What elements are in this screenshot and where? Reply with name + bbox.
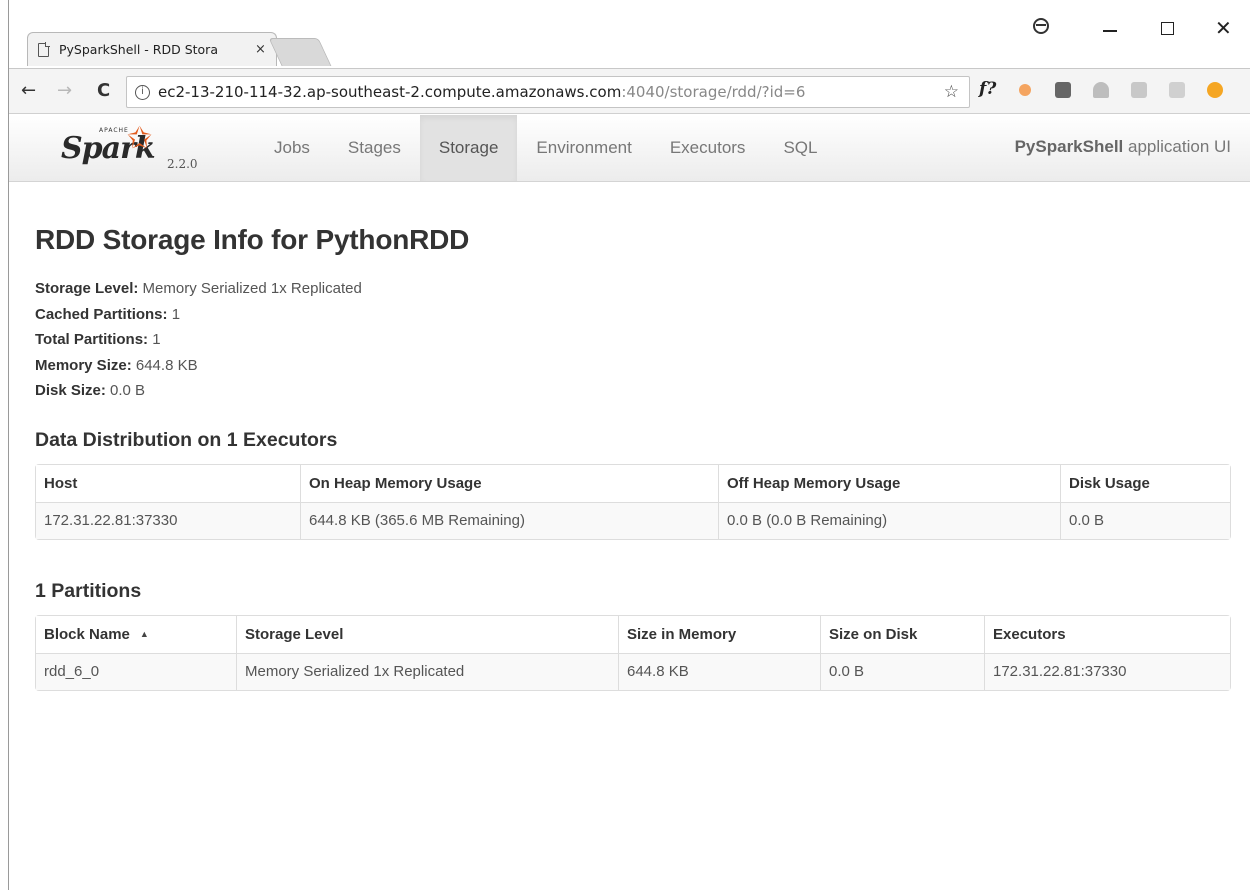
summary-label: Memory Size: (35, 356, 132, 374)
cell-off-heap: 0.0 B (0.0 B Remaining) (718, 501, 1060, 539)
tab-title: PySparkShell - RDD Stora (59, 42, 218, 57)
url-path: :4040/storage/rdd/?id=6 (621, 83, 806, 101)
cell-host: 172.31.22.81:37330 (36, 501, 300, 539)
bookmark-star-icon[interactable]: ☆ (944, 82, 959, 102)
spark-logo[interactable]: APACHE Spark ✩ 2.2.0 (61, 121, 211, 177)
window-close-icon[interactable]: ✕ (1215, 16, 1232, 40)
summary-value: 644.8 KB (131, 356, 198, 374)
extension-f-icon[interactable]: f? (979, 79, 996, 99)
browser-window: PySparkShell - RDD Stora × ✕ ← → C i ec2… (8, 0, 1250, 890)
summary-label: Disk Size: (35, 382, 106, 399)
column-header-block-name[interactable]: Block Name ▲ (36, 615, 236, 653)
extension-o-icon[interactable] (1207, 82, 1223, 98)
nav-link-stages[interactable]: Stages (329, 115, 420, 181)
summary-label: Total Partitions: (35, 331, 149, 348)
extension-pdf-icon[interactable] (1169, 82, 1185, 98)
title-bar: PySparkShell - RDD Stora × ✕ (9, 0, 1250, 68)
header-label: Block Name (44, 625, 130, 643)
column-header-size-on-disk[interactable]: Size on Disk (820, 615, 984, 653)
cell-block-name: rdd_6_0 (36, 652, 236, 690)
url-host: ec2-13-210-114-32.ap-southeast-2.compute… (158, 83, 622, 101)
partitions-table: Block Name ▲ Storage Level Size in Memory… (35, 614, 1231, 691)
partitions-title: 1 Partitions (35, 579, 142, 602)
cell-size-on-disk: 0.0 B (820, 652, 984, 690)
summary-total-partitions: Total Partitions: 1 (35, 327, 1231, 353)
spark-star-icon: ✩ (127, 121, 153, 156)
app-name-rest: application UI (1123, 137, 1231, 156)
minimize-icon[interactable] (1103, 30, 1117, 32)
page-icon (38, 41, 50, 57)
table-header-row: Block Name ▲ Storage Level Size in Memory… (36, 615, 1230, 653)
column-header-on-heap[interactable]: On Heap Memory Usage (300, 464, 718, 502)
column-header-off-heap[interactable]: Off Heap Memory Usage (718, 464, 1060, 502)
nav-links: Jobs Stages Storage Environment Executor… (255, 115, 836, 181)
extension-g-icon[interactable] (1131, 82, 1147, 98)
column-header-host[interactable]: Host (36, 464, 300, 502)
info-icon[interactable]: i (135, 84, 150, 100)
cell-on-heap: 644.8 KB (365.6 MB Remaining) (300, 501, 718, 539)
nav-link-environment[interactable]: Environment (517, 115, 650, 181)
app-name-bold: PySparkShell (1014, 137, 1124, 156)
cell-storage-level: Memory Serialized 1x Replicated (236, 652, 618, 690)
profile-icon[interactable] (1033, 18, 1049, 34)
table-row: 172.31.22.81:37330 644.8 KB (365.6 MB Re… (36, 501, 1230, 539)
spark-navbar: APACHE Spark ✩ 2.2.0 Jobs Stages Storage… (9, 115, 1250, 182)
nav-link-sql[interactable]: SQL (764, 115, 836, 181)
extension-bug-icon[interactable] (1019, 84, 1031, 96)
summary-memory-size: Memory Size: 644.8 KB (35, 353, 1231, 379)
summary-label: Cached Partitions: (35, 305, 168, 323)
nav-link-jobs[interactable]: Jobs (255, 115, 329, 181)
data-distribution-title: Data Distribution on 1 Executors (35, 428, 338, 451)
tab-close-icon[interactable]: × (255, 42, 266, 57)
summary-label: Storage Level: (35, 280, 139, 297)
extension-cloud-icon[interactable] (1093, 82, 1109, 98)
application-name: PySparkShell application UI (1015, 137, 1231, 157)
address-bar[interactable]: i ec2-13-210-114-32.ap-southeast-2.compu… (126, 76, 970, 108)
new-tab-button[interactable] (268, 38, 332, 66)
back-arrow-icon[interactable]: ← (21, 80, 36, 101)
reload-icon[interactable]: C (97, 80, 110, 101)
sort-ascending-icon[interactable]: ▲ (140, 629, 149, 639)
browser-tab[interactable]: PySparkShell - RDD Stora × (27, 32, 277, 66)
summary-value: 0.0 B (105, 382, 146, 399)
summary-value: 1 (167, 305, 181, 323)
spark-version: 2.2.0 (167, 157, 198, 171)
cell-disk-usage: 0.0 B (1060, 501, 1230, 539)
main-content: RDD Storage Info for PythonRDD Storage L… (35, 182, 1231, 691)
column-header-storage-level[interactable]: Storage Level (236, 615, 618, 653)
column-header-executors[interactable]: Executors (984, 615, 1230, 653)
summary-value: 1 (148, 331, 161, 348)
column-header-size-in-memory[interactable]: Size in Memory (618, 615, 820, 653)
table-header-row: Host On Heap Memory Usage Off Heap Memor… (36, 464, 1230, 502)
summary-disk-size: Disk Size: 0.0 B (35, 378, 1231, 404)
nav-link-executors[interactable]: Executors (651, 115, 765, 181)
maximize-icon[interactable] (1161, 22, 1174, 35)
forward-arrow-icon[interactable]: → (57, 80, 72, 101)
table-row: rdd_6_0 Memory Serialized 1x Replicated … (36, 652, 1230, 690)
extension-square-icon[interactable] (1055, 82, 1071, 98)
summary-cached-partitions: Cached Partitions: 1 (35, 302, 1231, 328)
summary-value: Memory Serialized 1x Replicated (138, 280, 362, 297)
browser-toolbar: ← → C i ec2-13-210-114-32.ap-southeast-2… (9, 68, 1250, 114)
cell-executors: 172.31.22.81:37330 (984, 652, 1230, 690)
rdd-summary: Storage Level: Memory Serialized 1x Repl… (35, 276, 1231, 404)
nav-link-storage[interactable]: Storage (419, 115, 518, 181)
summary-storage-level: Storage Level: Memory Serialized 1x Repl… (35, 276, 1231, 302)
data-distribution-table: Host On Heap Memory Usage Off Heap Memor… (35, 463, 1231, 540)
column-header-disk-usage[interactable]: Disk Usage (1060, 464, 1230, 502)
page-title: RDD Storage Info for PythonRDD (35, 224, 470, 255)
cell-size-in-memory: 644.8 KB (618, 652, 820, 690)
